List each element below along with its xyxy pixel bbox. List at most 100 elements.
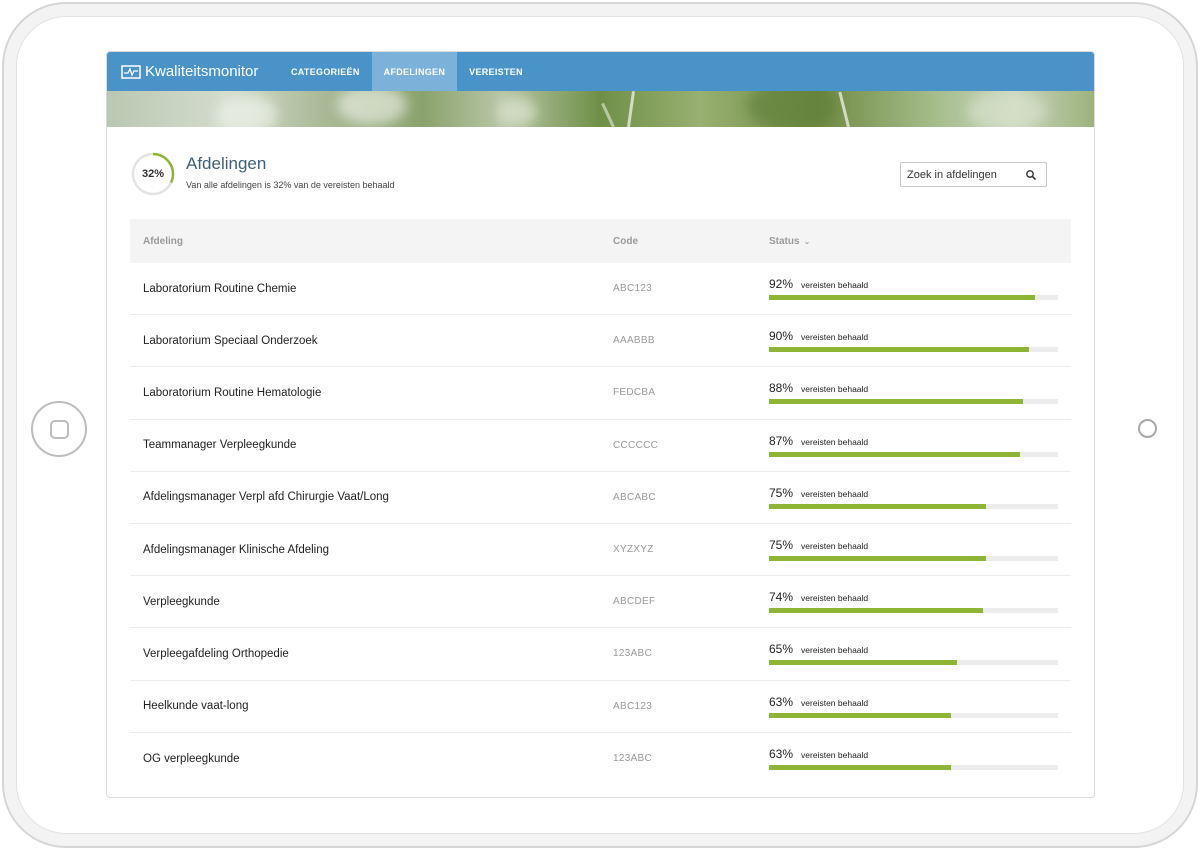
progress-bar-fill bbox=[769, 765, 952, 771]
status-label: vereisten behaald bbox=[801, 332, 869, 343]
status-cell: 63% vereisten behaald bbox=[769, 747, 1071, 771]
table-row[interactable]: Laboratorium Routine Hematologie FEDCBA 88… bbox=[130, 367, 1071, 420]
progress-bar-fill bbox=[769, 556, 986, 562]
status-label: vereisten behaald bbox=[801, 488, 869, 499]
departments-table: Afdeling Code Status ⌄ Laboratorium Rout… bbox=[130, 219, 1071, 785]
progress-bar-fill bbox=[769, 399, 1024, 405]
overall-percent: 32% bbox=[141, 168, 165, 180]
status-text: 87% vereisten behaald bbox=[769, 434, 1071, 450]
department-code: 123ABC bbox=[613, 753, 653, 765]
status-text: 65% vereisten behaald bbox=[769, 642, 1071, 658]
department-name: Verpleegkunde bbox=[143, 595, 220, 608]
column-header-status-label: Status bbox=[769, 235, 800, 247]
status-label: vereisten behaald bbox=[801, 541, 869, 552]
table-header: Afdeling Code Status ⌄ bbox=[130, 219, 1071, 263]
nav-tab-afdelingen[interactable]: AFDELINGEN bbox=[371, 52, 458, 91]
column-header-code[interactable]: Code bbox=[613, 236, 769, 247]
camera-icon bbox=[1138, 419, 1157, 438]
department-code: 123ABC bbox=[613, 648, 653, 660]
progress-bar-fill bbox=[769, 712, 952, 718]
status-label: vereisten behaald bbox=[801, 750, 869, 761]
department-name: Laboratorium Routine Hematologie bbox=[143, 386, 322, 399]
department-name: OG verpleegkunde bbox=[143, 752, 240, 765]
column-header-status[interactable]: Status ⌄ bbox=[769, 236, 1071, 247]
department-name: Afdelingsmanager Verpl afd Chirurgie Vaa… bbox=[143, 491, 389, 504]
status-cell: 65% vereisten behaald bbox=[769, 642, 1071, 666]
department-name: Afdelingsmanager Klinische Afdeling bbox=[143, 543, 330, 556]
status-percent: 63% bbox=[769, 747, 794, 762]
status-cell: 75% vereisten behaald bbox=[769, 538, 1071, 562]
nav-tab-vereisten[interactable]: VEREISTEN bbox=[457, 52, 535, 91]
status-cell: 74% vereisten behaald bbox=[769, 590, 1071, 614]
page-header: 32% Afdelingen Van alle afdelingen is 32… bbox=[129, 148, 1072, 204]
status-text: 90% vereisten behaald bbox=[769, 329, 1071, 345]
department-name: Laboratorium Speciaal Onderzoek bbox=[143, 334, 318, 347]
table-row[interactable]: OG verpleegkunde 123ABC 63% vereisten behaa… bbox=[130, 733, 1071, 785]
search-icon[interactable] bbox=[1025, 169, 1037, 181]
page-subtitle: Van alle afdelingen is 32% van de vereis… bbox=[186, 180, 395, 190]
home-button[interactable] bbox=[31, 401, 87, 457]
progress-bar bbox=[769, 556, 1058, 562]
header-banner-image bbox=[107, 91, 1094, 127]
brand-logo[interactable]: Kwaliteitsmonitor bbox=[107, 52, 279, 91]
progress-bar bbox=[769, 608, 1058, 614]
table-row[interactable]: Verpleegkunde ABCDEF 74% vereisten behaald bbox=[130, 576, 1071, 629]
status-cell: 90% vereisten behaald bbox=[769, 329, 1071, 353]
app-screen: Kwaliteitsmonitor CATEGORIEËN AFDELINGEN… bbox=[106, 51, 1095, 798]
progress-bar bbox=[769, 503, 1058, 509]
status-label: vereisten behaald bbox=[801, 280, 869, 291]
status-label: vereisten behaald bbox=[801, 436, 869, 447]
progress-bar bbox=[769, 451, 1058, 457]
nav-tab-label: VEREISTEN bbox=[469, 66, 523, 77]
status-text: 63% vereisten behaald bbox=[769, 747, 1071, 763]
status-percent: 75% bbox=[769, 485, 794, 500]
progress-bar bbox=[769, 660, 1058, 666]
table-row[interactable]: Afdelingsmanager Verpl afd Chirurgie Vaa… bbox=[130, 472, 1071, 524]
chevron-down-icon: ⌄ bbox=[803, 236, 811, 246]
progress-bar-fill bbox=[769, 608, 983, 614]
department-code: FEDCBA bbox=[613, 387, 656, 399]
department-code: CCCCCC bbox=[613, 439, 659, 451]
status-cell: 63% vereisten behaald bbox=[769, 695, 1071, 718]
status-text: 88% vereisten behaald bbox=[769, 381, 1071, 397]
progress-bar-fill bbox=[769, 295, 1035, 301]
table-row[interactable]: Laboratorium Speciaal Onderzoek AAABBB 90%… bbox=[130, 315, 1071, 368]
status-percent: 75% bbox=[769, 538, 794, 553]
status-text: 75% vereisten behaald bbox=[769, 538, 1071, 554]
progress-bar bbox=[769, 712, 1058, 718]
search-input[interactable] bbox=[907, 168, 1025, 181]
status-text: 75% vereisten behaald bbox=[769, 486, 1071, 502]
table-row[interactable]: Laboratorium Routine Chemie ABC123 92% vere… bbox=[130, 263, 1071, 316]
table-body: Laboratorium Routine Chemie ABC123 92% vere… bbox=[130, 263, 1071, 785]
home-square-icon bbox=[50, 420, 69, 439]
progress-bar-fill bbox=[769, 660, 957, 666]
status-text: 63% vereisten behaald bbox=[769, 695, 1071, 711]
column-header-afdeling[interactable]: Afdeling bbox=[130, 236, 613, 247]
top-navigation-bar: Kwaliteitsmonitor CATEGORIEËN AFDELINGEN… bbox=[107, 52, 1094, 91]
table-row[interactable]: Teammanager Verpleegkunde CCCCCC 87% vereis… bbox=[130, 420, 1071, 472]
status-label: vereisten behaald bbox=[801, 593, 869, 604]
nav-tab-label: CATEGORIEËN bbox=[291, 66, 360, 77]
department-name: Teammanager Verpleegkunde bbox=[143, 439, 297, 452]
status-label: vereisten behaald bbox=[801, 697, 869, 708]
progress-bar bbox=[769, 399, 1058, 405]
table-row[interactable]: Heelkunde vaat-long ABC123 63% vereisten be… bbox=[130, 681, 1071, 733]
department-name: Laboratorium Routine Chemie bbox=[143, 282, 297, 295]
nav-tab-categorieen[interactable]: CATEGORIEËN bbox=[279, 52, 372, 91]
status-percent: 87% bbox=[769, 433, 794, 448]
monitor-icon bbox=[121, 64, 141, 79]
progress-bar-fill bbox=[769, 451, 1021, 457]
progress-bar bbox=[769, 765, 1058, 771]
department-code: XYZXYZ bbox=[613, 544, 654, 556]
search-box[interactable] bbox=[900, 162, 1047, 187]
status-cell: 75% vereisten behaald bbox=[769, 486, 1071, 509]
department-code: ABC123 bbox=[613, 700, 653, 712]
department-name: Verpleegafdeling Orthopedie bbox=[143, 647, 289, 660]
table-row[interactable]: Afdelingsmanager Klinische Afdeling XYZXY… bbox=[130, 524, 1071, 577]
status-label: vereisten behaald bbox=[801, 384, 869, 395]
status-cell: 88% vereisten behaald bbox=[769, 381, 1071, 405]
status-percent: 88% bbox=[769, 381, 794, 396]
progress-bar bbox=[769, 295, 1058, 301]
status-percent: 63% bbox=[769, 694, 794, 709]
table-row[interactable]: Verpleegafdeling Orthopedie 123ABC 65% vere… bbox=[130, 628, 1071, 681]
